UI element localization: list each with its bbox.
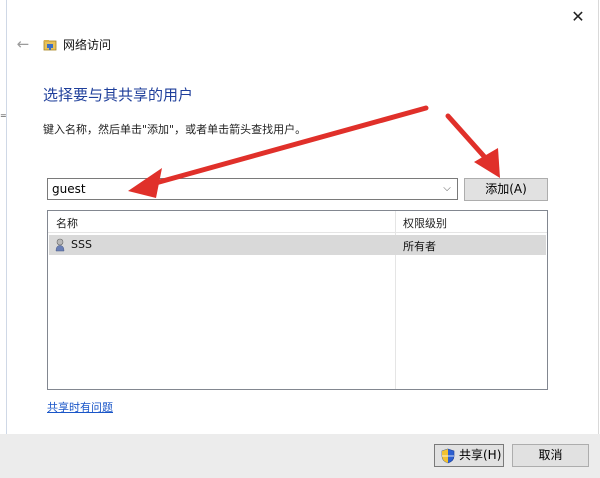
uac-shield-icon: [441, 448, 455, 464]
column-header-permission[interactable]: 权限级别: [403, 215, 447, 231]
table-row[interactable]: SSS 所有者: [49, 235, 546, 255]
table-header: 名称 权限级别: [48, 211, 547, 233]
permission-cell[interactable]: 所有者: [403, 238, 436, 254]
chevron-down-icon[interactable]: ⌵: [441, 181, 453, 197]
column-header-name[interactable]: 名称: [56, 215, 78, 231]
dialog-window: ✕ ← 网络访问 选择要与其共享的用户 键入名称，然后单击"添加"，或者单击箭头…: [6, 0, 599, 478]
back-arrow-icon: ←: [16, 35, 30, 53]
sharing-help-link[interactable]: 共享时有问题: [47, 401, 113, 415]
user-icon: [55, 238, 65, 252]
cancel-button[interactable]: 取消: [512, 444, 589, 467]
network-share-folder-icon: [43, 40, 57, 51]
page-heading: 选择要与其共享的用户: [43, 86, 194, 104]
window-title: 网络访问: [63, 38, 112, 52]
share-button-label: 共享(H): [459, 448, 502, 462]
close-icon: ✕: [571, 6, 585, 26]
close-button[interactable]: ✕: [564, 4, 592, 28]
user-name-input[interactable]: guest: [52, 182, 86, 196]
back-button[interactable]: ←: [15, 36, 31, 52]
instruction-text: 键入名称，然后单击"添加"，或者单击箭头查找用户。: [43, 123, 307, 136]
add-button[interactable]: 添加(A): [464, 178, 548, 201]
left-edge-mark: =: [0, 111, 7, 120]
dialog-footer: [0, 434, 600, 478]
user-name-cell: SSS: [71, 238, 92, 251]
share-button[interactable]: 共享(H): [434, 444, 504, 467]
user-name-combobox[interactable]: guest ⌵: [47, 178, 458, 200]
users-table: 名称 权限级别 SSS 所有者: [47, 210, 548, 390]
